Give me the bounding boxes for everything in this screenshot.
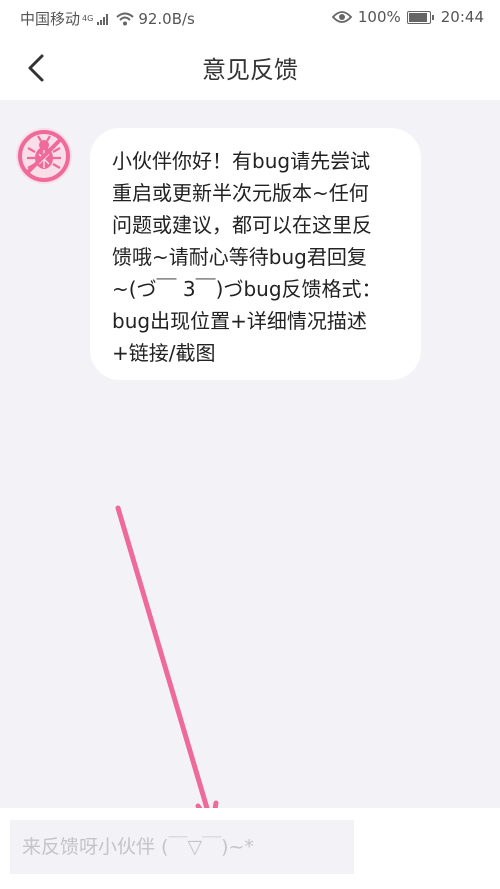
input-bar bbox=[0, 808, 500, 889]
eye-comfort-icon bbox=[331, 11, 352, 23]
network-speed-label: 92.0B/s bbox=[138, 9, 195, 28]
signal-icon bbox=[97, 13, 109, 25]
clock-label: 20:44 bbox=[440, 8, 484, 26]
feedback-input[interactable] bbox=[10, 820, 354, 874]
battery-icon bbox=[406, 11, 434, 24]
carrier-label: 中国移动 bbox=[20, 10, 81, 28]
message-bubble: 小伙伴你好！有bug请先尝试 重启或更新半次元版本~任何 问题或建议，都可以在这… bbox=[90, 128, 421, 380]
feedback-screen: 中国移动 4G 92.0B/s 100% 20:44 意见反馈 小伙伴你好！有b… bbox=[0, 0, 500, 889]
status-right: 100% 20:44 bbox=[331, 8, 484, 26]
battery-percent-label: 100% bbox=[357, 8, 401, 26]
wifi-icon bbox=[116, 12, 134, 25]
status-left: 中国移动 4G 92.0B/s bbox=[20, 8, 195, 29]
avatar[interactable] bbox=[16, 128, 72, 184]
page-title: 意见反馈 bbox=[202, 56, 298, 84]
status-bar: 中国移动 4G 92.0B/s 100% 20:44 bbox=[0, 0, 500, 36]
nav-bar: 意见反馈 bbox=[0, 36, 500, 100]
network-type-label: 4G bbox=[82, 14, 94, 23]
bug-icon bbox=[18, 130, 70, 182]
